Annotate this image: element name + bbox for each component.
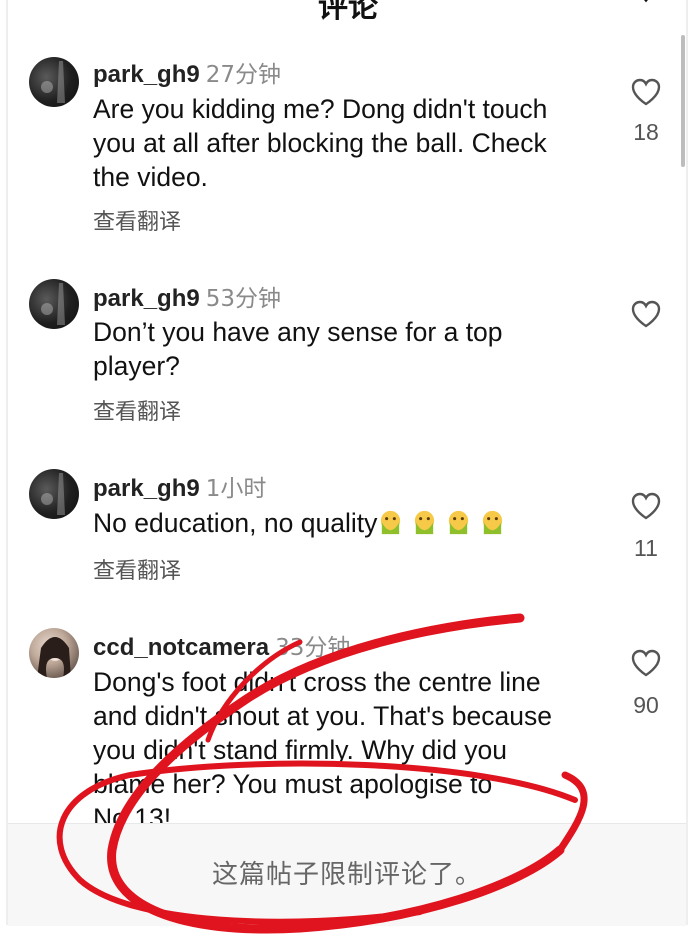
nauseated-face-emoji — [381, 510, 401, 535]
avatar[interactable] — [29, 469, 79, 519]
comment-line: Don’t you have any sense for a top — [93, 317, 503, 347]
heart-outline-icon[interactable] — [630, 299, 662, 329]
comment-line: player? — [93, 351, 180, 381]
username[interactable]: park_gh9 — [93, 285, 200, 312]
comment-text: Dong's foot didn't cross the centre line… — [93, 665, 613, 835]
comment-time: 1小时 — [205, 476, 267, 502]
comments-restricted-notice: 这篇帖子限制评论了。 — [211, 860, 482, 890]
comment-header: park_gh9 27分钟 — [93, 55, 281, 88]
see-translation-link[interactable]: 查看翻译 — [93, 394, 181, 426]
comment-time: 27分钟 — [205, 62, 281, 88]
comment-line: No education, no quality — [93, 508, 378, 538]
comment-header: park_gh9 1小时 — [93, 469, 267, 502]
like-count: 18 — [633, 119, 659, 145]
comment-header: ccd_notcamera 33分钟 — [93, 628, 351, 661]
comment-line: and didn't shout at you. That's because — [93, 701, 552, 731]
chevron-down-icon[interactable] — [632, 0, 660, 8]
comment-line: Are you kidding me? Dong didn't touch — [93, 94, 548, 124]
nauseated-face-emoji — [415, 510, 435, 535]
comments-title: 评论 — [318, 0, 378, 25]
comment-text: Don’t you have any sense for a top playe… — [93, 315, 613, 383]
see-translation-link[interactable]: 查看翻译 — [93, 553, 181, 585]
comment-line: you at all after blocking the ball. Chec… — [93, 128, 547, 158]
comment-text: Are you kidding me? Dong didn't touch yo… — [93, 92, 613, 194]
comment-line: Dong's foot didn't cross the centre line — [93, 667, 541, 697]
scrollbar[interactable] — [681, 35, 685, 167]
nauseated-face-emoji — [449, 510, 469, 535]
heart-outline-icon[interactable] — [630, 491, 662, 521]
comment-line: you didn't stand firmly. Why did you — [93, 735, 508, 765]
heart-outline-icon[interactable] — [630, 77, 662, 107]
avatar[interactable] — [29, 628, 79, 678]
comments-header: 评论 — [0, 0, 694, 28]
frame-edge-right — [686, 0, 688, 925]
comments-restricted-bar: 这篇帖子限制评论了。 — [8, 823, 686, 926]
avatar[interactable] — [29, 57, 79, 107]
comment-time: 53分钟 — [205, 286, 281, 312]
comment-line: the video. — [93, 162, 208, 192]
avatar[interactable] — [29, 279, 79, 329]
username[interactable]: ccd_notcamera — [93, 634, 269, 661]
comment-text: No education, no quality — [93, 506, 613, 540]
comment-header: park_gh9 53分钟 — [93, 279, 281, 312]
username[interactable]: park_gh9 — [93, 61, 200, 88]
like-count: 90 — [633, 692, 659, 718]
comment-line: blame her? You must apologise to — [93, 769, 493, 799]
comment-time: 33分钟 — [275, 635, 351, 661]
nauseated-face-emoji — [483, 510, 503, 535]
username[interactable]: park_gh9 — [93, 475, 200, 502]
emoji-group — [377, 508, 513, 538]
heart-outline-icon[interactable] — [630, 648, 662, 678]
frame-edge-left — [6, 0, 8, 925]
see-translation-link[interactable]: 查看翻译 — [93, 204, 181, 236]
like-count: 11 — [634, 535, 658, 561]
